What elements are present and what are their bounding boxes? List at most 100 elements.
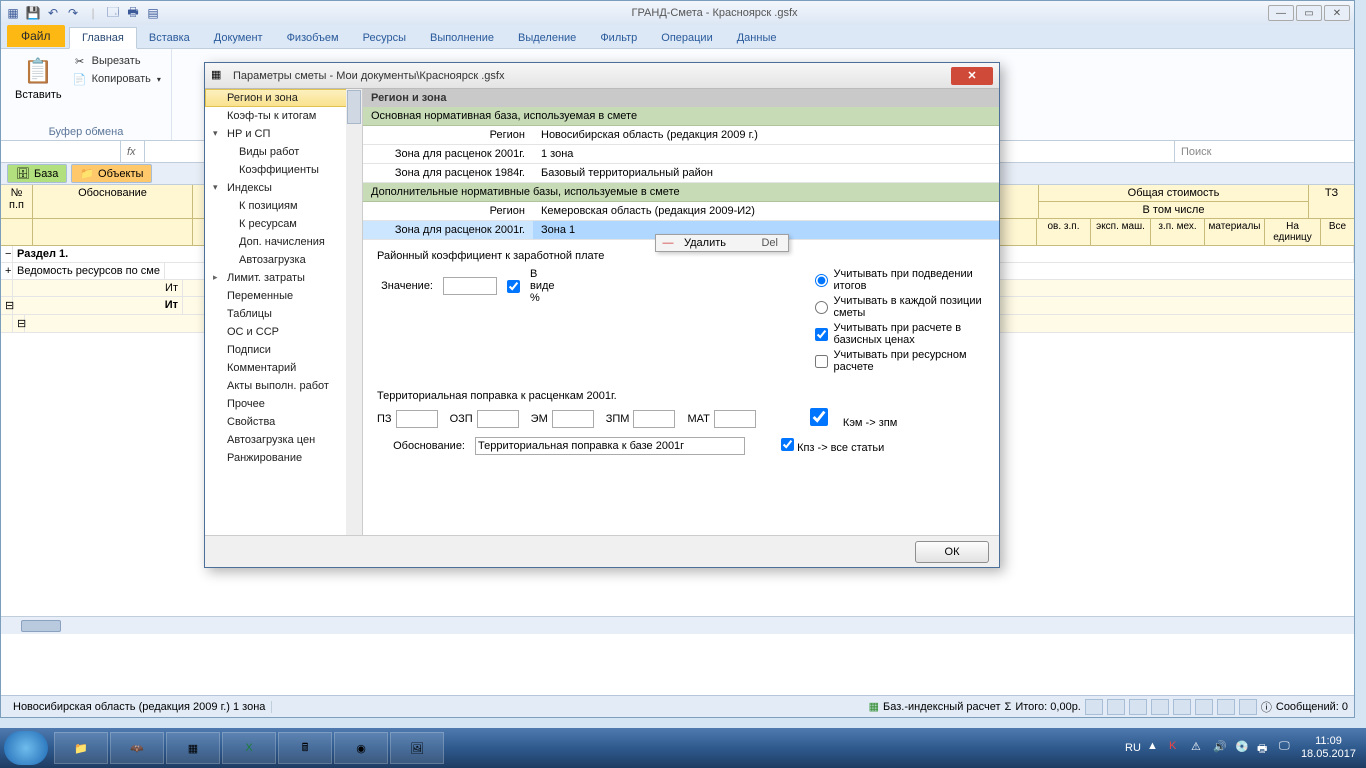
copy-button[interactable]: 📄Копировать▾ [72,71,161,87]
obosn-input[interactable] [475,437,745,455]
nav-coef[interactable]: Коэффициенты [205,161,362,179]
dialog-close-button[interactable]: ✕ [951,67,993,85]
tab-selection[interactable]: Выделение [506,28,588,48]
tray-flag-icon[interactable]: ▲ [1147,740,1163,756]
nav-k-res[interactable]: К ресурсам [205,215,362,233]
tray-clock[interactable]: 11:09 18.05.2017 [1301,735,1356,761]
base-button[interactable]: 🗄База [7,164,67,183]
tab-main[interactable]: Главная [69,27,137,49]
name-box[interactable] [1,141,121,162]
nav-nr-sp[interactable]: НР и СП [205,125,362,143]
tray-disc-icon[interactable]: 💿 [1235,740,1251,756]
nav-comment[interactable]: Комментарий [205,359,362,377]
paste-button[interactable]: 📋 Вставить [11,53,66,124]
tray-net-icon[interactable]: ⚠ [1191,740,1207,756]
status-btn-6[interactable] [1195,699,1213,715]
tab-resources[interactable]: Ресурсы [351,28,418,48]
kem-zpm-checkbox[interactable] [798,408,840,426]
pz-input[interactable] [396,410,438,428]
status-btn-4[interactable] [1151,699,1169,715]
horizontal-scrollbar[interactable] [1,616,1354,634]
copy-icon: 📄 [72,71,88,87]
value-input[interactable] [443,277,497,295]
opt-each-radio[interactable] [815,301,828,314]
nav-region-zone[interactable]: Регион и зона [205,89,362,107]
tray-av-icon[interactable]: K [1169,740,1185,756]
nav-k-poz[interactable]: К позициям [205,197,362,215]
nav-os-ssr[interactable]: ОС и ССР [205,323,362,341]
dialog-title-bar[interactable]: ▦ Параметры сметы - Мои документы\Красно… [205,63,999,89]
task-explorer[interactable]: 📁 [54,732,108,764]
nav-coef-itogi[interactable]: Коэф-ты к итогам [205,107,362,125]
close-button[interactable]: ✕ [1324,5,1350,21]
search-box[interactable]: Поиск [1174,141,1354,162]
status-btn-8[interactable] [1239,699,1257,715]
task-excel[interactable]: X [222,732,276,764]
qat-undo-icon[interactable]: ↶ [45,5,61,21]
prop-region-main[interactable]: РегионНовосибирская область (редакция 20… [363,126,999,145]
objects-button[interactable]: 📁Объекты [71,164,152,183]
tab-document[interactable]: Документ [202,28,275,48]
nav-podpisi[interactable]: Подписи [205,341,362,359]
tab-filter[interactable]: Фильтр [588,28,649,48]
group-header-main: Основная нормативная база, используемая … [363,107,999,126]
tray-display-icon[interactable]: 🖵 [1279,740,1295,756]
ctx-delete[interactable]: Удалить [680,237,761,249]
task-gallery[interactable]: 🖼 [390,732,444,764]
nav-limit[interactable]: Лимит. затраты [205,269,362,287]
nav-scrollbar[interactable] [346,89,362,535]
prop-zone-2001[interactable]: Зона для расценок 2001г.1 зона [363,145,999,164]
qat-save-icon[interactable]: 💾 [25,5,41,21]
tray-lang[interactable]: RU [1125,742,1141,754]
nav-akty[interactable]: Акты выполн. работ [205,377,362,395]
status-btn-5[interactable] [1173,699,1191,715]
tray-printer-icon[interactable]: 🖶 [1257,740,1273,756]
task-bat[interactable]: 🦇 [110,732,164,764]
nav-autoload[interactable]: Автозагрузка [205,251,362,269]
vedomost-row[interactable]: Ведомость ресурсов по сме [13,263,165,279]
cut-button[interactable]: ✂Вырезать [72,53,161,69]
status-btn-3[interactable] [1129,699,1147,715]
opt-itogi-radio[interactable] [815,274,828,287]
nav-props[interactable]: Свойства [205,413,362,431]
nav-vars[interactable]: Переменные [205,287,362,305]
status-btn-2[interactable] [1107,699,1125,715]
maximize-button[interactable]: ▭ [1296,5,1322,21]
task-chrome[interactable]: ◉ [334,732,388,764]
nav-autoload-prices[interactable]: Автозагрузка цен [205,431,362,449]
tab-execution[interactable]: Выполнение [418,28,506,48]
kpz-all-checkbox[interactable] [781,438,794,451]
nav-ranking[interactable]: Ранжирование [205,449,362,467]
tab-insert[interactable]: Вставка [137,28,202,48]
mat-input[interactable] [714,410,756,428]
status-btn-1[interactable] [1085,699,1103,715]
qat-calc-icon[interactable]: 🗔 [105,5,121,21]
opt-basis-checkbox[interactable] [815,328,828,341]
qat-preview-icon[interactable]: ▤ [145,5,161,21]
minimize-button[interactable]: — [1268,5,1294,21]
start-button[interactable] [4,731,48,765]
tab-data[interactable]: Данные [725,28,789,48]
status-btn-7[interactable] [1217,699,1235,715]
prop-zone-1984[interactable]: Зона для расценок 1984г.Базовый территор… [363,164,999,183]
task-grand[interactable]: ▦ [166,732,220,764]
tab-fizobem[interactable]: Физобъем [275,28,351,48]
tab-operations[interactable]: Операции [649,28,724,48]
qat-redo-icon[interactable]: ↷ [65,5,81,21]
qat-print-icon[interactable]: 🖶 [125,5,141,21]
nav-other[interactable]: Прочее [205,395,362,413]
nav-dop-nach[interactable]: Доп. начисления [205,233,362,251]
ok-button[interactable]: ОК [915,541,989,563]
file-tab[interactable]: Файл [7,25,65,47]
ozp-input[interactable] [477,410,519,428]
nav-indexes[interactable]: Индексы [205,179,362,197]
opt-resource-checkbox[interactable] [815,355,828,368]
percent-checkbox[interactable] [507,280,520,293]
task-calc[interactable]: 🖩 [278,732,332,764]
em-input[interactable] [552,410,594,428]
zpm-input[interactable] [633,410,675,428]
nav-vidy-rabot[interactable]: Виды работ [205,143,362,161]
tray-sound-icon[interactable]: 🔊 [1213,740,1229,756]
prop-region-addl[interactable]: РегионКемеровская область (редакция 2009… [363,202,999,221]
nav-tables[interactable]: Таблицы [205,305,362,323]
